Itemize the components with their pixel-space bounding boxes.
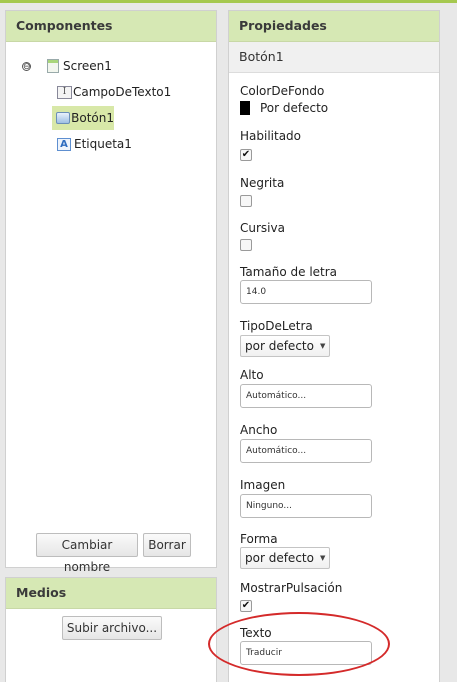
color-swatch[interactable] (240, 101, 250, 115)
delete-button[interactable]: Borrar (143, 533, 191, 557)
tree-item-etiqueta1[interactable]: A Etiqueta1 (57, 133, 132, 155)
tree-item-label: CampoDeTexto1 (73, 85, 172, 99)
dropdown-caret-icon: ▼ (319, 342, 326, 350)
properties-panel: Propiedades Botón1 ColorDeFondo Por defe… (228, 10, 440, 682)
tree-item-screen1[interactable]: ⊖ Screen1 (22, 55, 112, 77)
italic-checkbox[interactable] (240, 239, 252, 251)
background-color-value[interactable]: Por defecto (260, 101, 328, 115)
shape-value: por defecto (245, 551, 314, 565)
image-label: Imagen (240, 478, 286, 492)
label-icon: A (57, 137, 71, 151)
text-input[interactable]: Traducir (240, 641, 372, 665)
enabled-checkbox[interactable]: ✔ (240, 149, 252, 161)
font-size-label: Tamaño de letra (240, 265, 338, 279)
media-panel-title: Medios (6, 578, 216, 609)
image-input[interactable]: Ninguno... (240, 494, 372, 518)
width-label: Ancho (240, 423, 278, 437)
bold-checkbox[interactable] (240, 195, 252, 207)
properties-panel-title: Propiedades (229, 11, 439, 42)
height-label: Alto (240, 368, 264, 382)
enabled-label: Habilitado (240, 129, 302, 143)
screen-icon (47, 59, 59, 73)
font-type-value: por defecto (245, 339, 314, 353)
button-icon (56, 112, 71, 124)
italic-label: Cursiva (240, 221, 285, 235)
background-color-label: ColorDeFondo (240, 84, 325, 98)
tree-item-label: Etiqueta1 (74, 137, 132, 151)
tree-item-campodetexto1[interactable]: I CampoDeTexto1 (57, 81, 171, 103)
width-input[interactable]: Automático... (240, 439, 372, 463)
shape-dropdown[interactable]: por defecto ▼ (240, 547, 331, 569)
text-label: Texto (240, 626, 272, 640)
textbox-icon: I (57, 85, 72, 99)
font-size-input[interactable]: 14.0 (240, 280, 372, 304)
media-panel: Medios Subir archivo... (5, 577, 217, 682)
collapse-icon[interactable]: ⊖ (22, 61, 31, 71)
height-input[interactable]: Automático... (240, 384, 372, 408)
rename-button[interactable]: Cambiar nombre (36, 533, 138, 574)
components-panel-title: Componentes (6, 11, 216, 42)
tree-item-label: Botón1 (71, 111, 114, 125)
font-type-label: TipoDeLetra (240, 319, 313, 333)
tree-item-label: Screen1 (63, 59, 112, 73)
top-accent-bar (0, 0, 457, 3)
selected-component-name: Botón1 (229, 42, 439, 73)
bold-label: Negrita (240, 176, 285, 190)
components-panel: Componentes ⊖ Screen1 I CampoDeTexto1 Bo… (5, 10, 217, 574)
tree-item-boton1[interactable]: Botón1 (52, 106, 114, 130)
dropdown-caret-icon: ▼ (319, 554, 326, 562)
show-feedback-label: MostrarPulsación (240, 581, 343, 595)
upload-file-button[interactable]: Subir archivo... (62, 616, 162, 640)
font-type-dropdown[interactable]: por defecto ▼ (240, 335, 331, 357)
show-feedback-checkbox[interactable]: ✔ (240, 600, 252, 612)
shape-label: Forma (240, 532, 278, 546)
